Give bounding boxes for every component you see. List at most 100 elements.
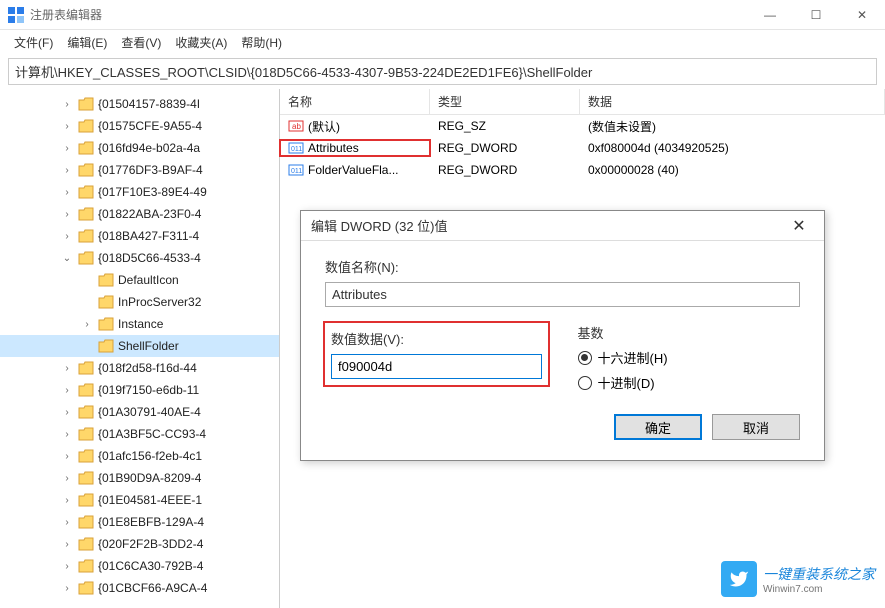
expand-icon[interactable]: › bbox=[60, 121, 74, 132]
address-bar[interactable]: 计算机\HKEY_CLASSES_ROOT\CLSID\{018D5C66-45… bbox=[8, 58, 877, 85]
list-row[interactable]: ab(默认)REG_SZ(数值未设置) bbox=[280, 115, 885, 137]
reg-string-icon: ab bbox=[288, 118, 304, 134]
expand-icon[interactable]: › bbox=[80, 319, 94, 330]
value-name-field[interactable]: Attributes bbox=[325, 282, 800, 307]
tree-node[interactable]: ›{01B90D9A-8209-4 bbox=[0, 467, 279, 489]
expand-icon[interactable]: › bbox=[60, 187, 74, 198]
list-row[interactable]: 011FolderValueFla...REG_DWORD0x00000028 … bbox=[280, 159, 885, 181]
list-header: 名称 类型 数据 bbox=[280, 89, 885, 115]
tree-label: {01575CFE-9A55-4 bbox=[98, 119, 202, 133]
menu-favorites[interactable]: 收藏夹(A) bbox=[169, 32, 233, 53]
tree-label: {01822ABA-23F0-4 bbox=[98, 207, 201, 221]
value-name: FolderValueFla... bbox=[308, 163, 399, 177]
twitter-icon bbox=[721, 561, 757, 597]
folder-icon bbox=[78, 207, 94, 221]
expand-icon[interactable]: › bbox=[60, 407, 74, 418]
tree-label: {019f7150-e6db-11 bbox=[98, 383, 199, 397]
folder-icon bbox=[78, 515, 94, 529]
list-row[interactable]: 011AttributesREG_DWORD0xf080004d (403492… bbox=[280, 137, 885, 159]
expand-icon[interactable]: › bbox=[60, 561, 74, 572]
radix-hex-radio[interactable]: 十六进制(H) bbox=[578, 348, 801, 367]
tree-node[interactable]: ›{01CBCF66-A9CA-4 bbox=[0, 577, 279, 599]
tree-node[interactable]: › {019f7150-e6db-11 bbox=[0, 379, 279, 401]
value-data: (数值未设置) bbox=[580, 118, 885, 135]
folder-icon bbox=[98, 317, 114, 331]
reg-dword-icon: 011 bbox=[288, 162, 304, 178]
ok-button[interactable]: 确定 bbox=[614, 414, 702, 440]
expand-icon[interactable]: › bbox=[60, 495, 74, 506]
tree-node[interactable]: ›{01E04581-4EEE-1 bbox=[0, 489, 279, 511]
tree-node[interactable]: › {01E8EBFB-129A-4 bbox=[0, 511, 279, 533]
tree-node[interactable]: › {018f2d58-f16d-44 bbox=[0, 357, 279, 379]
expand-icon[interactable]: › bbox=[60, 143, 74, 154]
tree-node[interactable]: ›{01A3BF5C-CC93-4 bbox=[0, 423, 279, 445]
tree-node[interactable]: ›{01504157-8839-4I bbox=[0, 93, 279, 115]
tree-node[interactable]: DefaultIcon bbox=[0, 269, 279, 291]
watermark-sub: Winwin7.com bbox=[763, 584, 875, 595]
menu-edit[interactable]: 编辑(E) bbox=[61, 32, 113, 53]
expand-icon[interactable]: › bbox=[60, 209, 74, 220]
value-type: REG_DWORD bbox=[430, 141, 580, 155]
col-name[interactable]: 名称 bbox=[280, 89, 430, 114]
cancel-button[interactable]: 取消 bbox=[712, 414, 800, 440]
tree-label: {01afc156-f2eb-4c1 bbox=[98, 449, 202, 463]
tree-node[interactable]: › Instance bbox=[0, 313, 279, 335]
value-name: Attributes bbox=[308, 141, 359, 155]
col-data[interactable]: 数据 bbox=[580, 89, 885, 114]
expand-icon[interactable]: › bbox=[60, 429, 74, 440]
menu-file[interactable]: 文件(F) bbox=[8, 32, 59, 53]
folder-icon bbox=[78, 581, 94, 595]
tree-node[interactable]: › {01822ABA-23F0-4 bbox=[0, 203, 279, 225]
menu-view[interactable]: 查看(V) bbox=[115, 32, 167, 53]
col-type[interactable]: 类型 bbox=[430, 89, 580, 114]
expand-icon[interactable]: › bbox=[60, 539, 74, 550]
expand-icon[interactable]: › bbox=[60, 583, 74, 594]
maximize-button[interactable]: ☐ bbox=[793, 0, 839, 30]
tree-node[interactable]: › {01776DF3-B9AF-4 bbox=[0, 159, 279, 181]
tree-label: {01776DF3-B9AF-4 bbox=[98, 163, 203, 177]
expand-icon[interactable]: › bbox=[60, 231, 74, 242]
value-name: (默认) bbox=[308, 118, 340, 135]
tree-node[interactable]: › {017F10E3-89E4-49 bbox=[0, 181, 279, 203]
tree-label: {01E8EBFB-129A-4 bbox=[98, 515, 204, 529]
expand-icon[interactable]: › bbox=[60, 165, 74, 176]
expand-icon[interactable]: ⌄ bbox=[60, 253, 74, 264]
folder-icon bbox=[98, 273, 114, 287]
tree-node[interactable]: ›{018BA427-F311-4 bbox=[0, 225, 279, 247]
dialog-titlebar: 编辑 DWORD (32 位)值 ✕ bbox=[301, 211, 824, 241]
tree-label: Instance bbox=[118, 317, 163, 331]
tree-node[interactable]: ›{016fd94e-b02a-4a bbox=[0, 137, 279, 159]
expand-icon[interactable]: › bbox=[60, 473, 74, 484]
value-data-input[interactable] bbox=[331, 354, 542, 379]
tree-label: {018f2d58-f16d-44 bbox=[98, 361, 197, 375]
window-title: 注册表编辑器 bbox=[30, 6, 747, 23]
tree-node[interactable]: › {01575CFE-9A55-4 bbox=[0, 115, 279, 137]
expand-icon[interactable]: › bbox=[60, 363, 74, 374]
tree-node[interactable]: ShellFolder bbox=[0, 335, 279, 357]
minimize-button[interactable]: — bbox=[747, 0, 793, 30]
tree-label: {017F10E3-89E4-49 bbox=[98, 185, 207, 199]
tree-node[interactable]: › {020F2F2B-3DD2-4 bbox=[0, 533, 279, 555]
value-type: REG_DWORD bbox=[430, 163, 580, 177]
watermark: 一键重装系统之家 Winwin7.com bbox=[721, 561, 875, 597]
tree-node[interactable]: ⌄{018D5C66-4533-4 bbox=[0, 247, 279, 269]
expand-icon[interactable]: › bbox=[60, 385, 74, 396]
tree-node[interactable]: InProcServer32 bbox=[0, 291, 279, 313]
tree-label: InProcServer32 bbox=[118, 295, 201, 309]
tree-node[interactable]: ›{01A30791-40AE-4 bbox=[0, 401, 279, 423]
menu-help[interactable]: 帮助(H) bbox=[235, 32, 288, 53]
dialog-close-button[interactable]: ✕ bbox=[784, 216, 814, 236]
radix-dec-radio[interactable]: 十进制(D) bbox=[578, 373, 801, 392]
tree-node[interactable]: › {01afc156-f2eb-4c1 bbox=[0, 445, 279, 467]
tree-view[interactable]: ›{01504157-8839-4I›{01575CFE-9A55-4›{016… bbox=[0, 89, 280, 608]
folder-icon bbox=[78, 251, 94, 265]
expand-icon[interactable]: › bbox=[60, 451, 74, 462]
folder-icon bbox=[78, 185, 94, 199]
reg-dword-icon: 011 bbox=[288, 140, 304, 156]
tree-label: {020F2F2B-3DD2-4 bbox=[98, 537, 203, 551]
tree-node[interactable]: ›{01C6CA30-792B-4 bbox=[0, 555, 279, 577]
expand-icon[interactable]: › bbox=[60, 517, 74, 528]
close-button[interactable]: ✕ bbox=[839, 0, 885, 30]
folder-icon bbox=[78, 427, 94, 441]
expand-icon[interactable]: › bbox=[60, 99, 74, 110]
